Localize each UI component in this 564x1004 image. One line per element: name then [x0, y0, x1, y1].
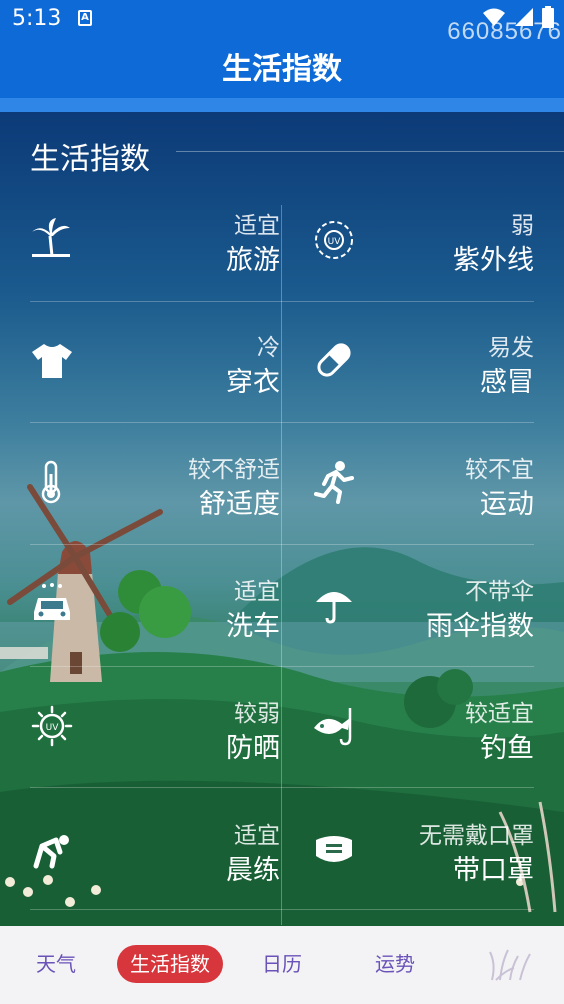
thermometer-icon — [41, 460, 61, 504]
index-card-umbrella[interactable]: 不带伞 雨伞指数 — [284, 564, 534, 685]
index-status: 易发 — [488, 335, 534, 361]
grid-vertical-divider — [281, 205, 282, 925]
running-icon — [314, 461, 354, 504]
palm-tree-icon — [32, 218, 70, 257]
index-status: 较适宜 — [465, 701, 534, 727]
fishing-icon — [314, 708, 352, 746]
a-icon: A — [78, 10, 92, 26]
index-card-uv[interactable]: UV 弱 紫外线 — [284, 198, 534, 319]
svg-text:UV: UV — [46, 723, 60, 733]
index-status: 弱 — [511, 213, 534, 239]
pill-icon — [317, 343, 351, 377]
index-card-travel[interactable]: 适宜 旅游 — [30, 198, 280, 319]
index-status: 较不宜 — [465, 457, 534, 483]
uv-sun-icon: UV — [315, 221, 353, 259]
index-name: 穿衣 — [226, 367, 280, 398]
index-name: 带口罩 — [453, 855, 534, 886]
uv-sun-icon: UV — [31, 705, 73, 747]
index-card-fishing[interactable]: 较适宜 钓鱼 — [284, 686, 534, 807]
index-status: 不带伞 — [465, 579, 534, 605]
index-name: 雨伞指数 — [426, 611, 534, 642]
index-name: 钓鱼 — [480, 733, 534, 764]
app-bar-strip — [0, 98, 564, 112]
status-time: 5:13 — [12, 6, 62, 31]
index-card-carwash[interactable]: 适宜 洗车 — [30, 564, 280, 685]
index-card-dressing[interactable]: 冷 穿衣 — [30, 320, 280, 441]
grass-icon[interactable] — [486, 946, 534, 982]
tab-calendar[interactable]: 日历 — [254, 945, 310, 983]
index-status: 冷 — [257, 335, 280, 361]
tshirt-icon — [32, 344, 72, 378]
car-wash-icon — [34, 583, 70, 620]
umbrella-icon — [316, 592, 352, 624]
section-divider — [176, 151, 564, 152]
mask-icon — [316, 836, 352, 862]
tab-life-index[interactable]: 生活指数 — [117, 945, 223, 983]
index-status: 无需戴口罩 — [419, 823, 534, 849]
index-status: 较不舒适 — [188, 457, 280, 483]
index-name: 晨练 — [226, 855, 280, 886]
tab-fortune[interactable]: 运势 — [367, 945, 423, 983]
section-title: 生活指数 — [30, 142, 150, 177]
page-title: 生活指数 — [222, 52, 342, 87]
index-card-cold[interactable]: 易发 感冒 — [284, 320, 534, 441]
app-bar: 生活指数 — [0, 40, 564, 98]
index-card-sport[interactable]: 较不宜 运动 — [284, 442, 534, 563]
index-name: 紫外线 — [453, 245, 534, 276]
index-card-comfort[interactable]: 较不舒适 舒适度 — [30, 442, 280, 563]
index-name: 运动 — [480, 489, 534, 520]
svg-text:UV: UV — [328, 237, 342, 247]
index-status: 较弱 — [234, 701, 280, 727]
exercise-icon — [33, 835, 69, 869]
index-card-morning-exercise[interactable]: 适宜 晨练 — [30, 808, 280, 929]
index-name: 感冒 — [480, 367, 534, 398]
index-card-sunscreen[interactable]: UV 较弱 防晒 — [30, 686, 280, 807]
index-name: 防晒 — [226, 733, 280, 764]
index-status: 适宜 — [234, 579, 280, 605]
tab-weather[interactable]: 天气 — [28, 945, 84, 983]
index-status: 适宜 — [234, 213, 280, 239]
index-name: 洗车 — [226, 611, 280, 642]
index-name: 舒适度 — [199, 489, 280, 520]
bottom-navigation: 天气 生活指数 日历 运势 — [0, 926, 564, 1004]
index-status: 适宜 — [234, 823, 280, 849]
index-card-mask[interactable]: 无需戴口罩 带口罩 — [284, 808, 534, 929]
index-name: 旅游 — [226, 245, 280, 276]
